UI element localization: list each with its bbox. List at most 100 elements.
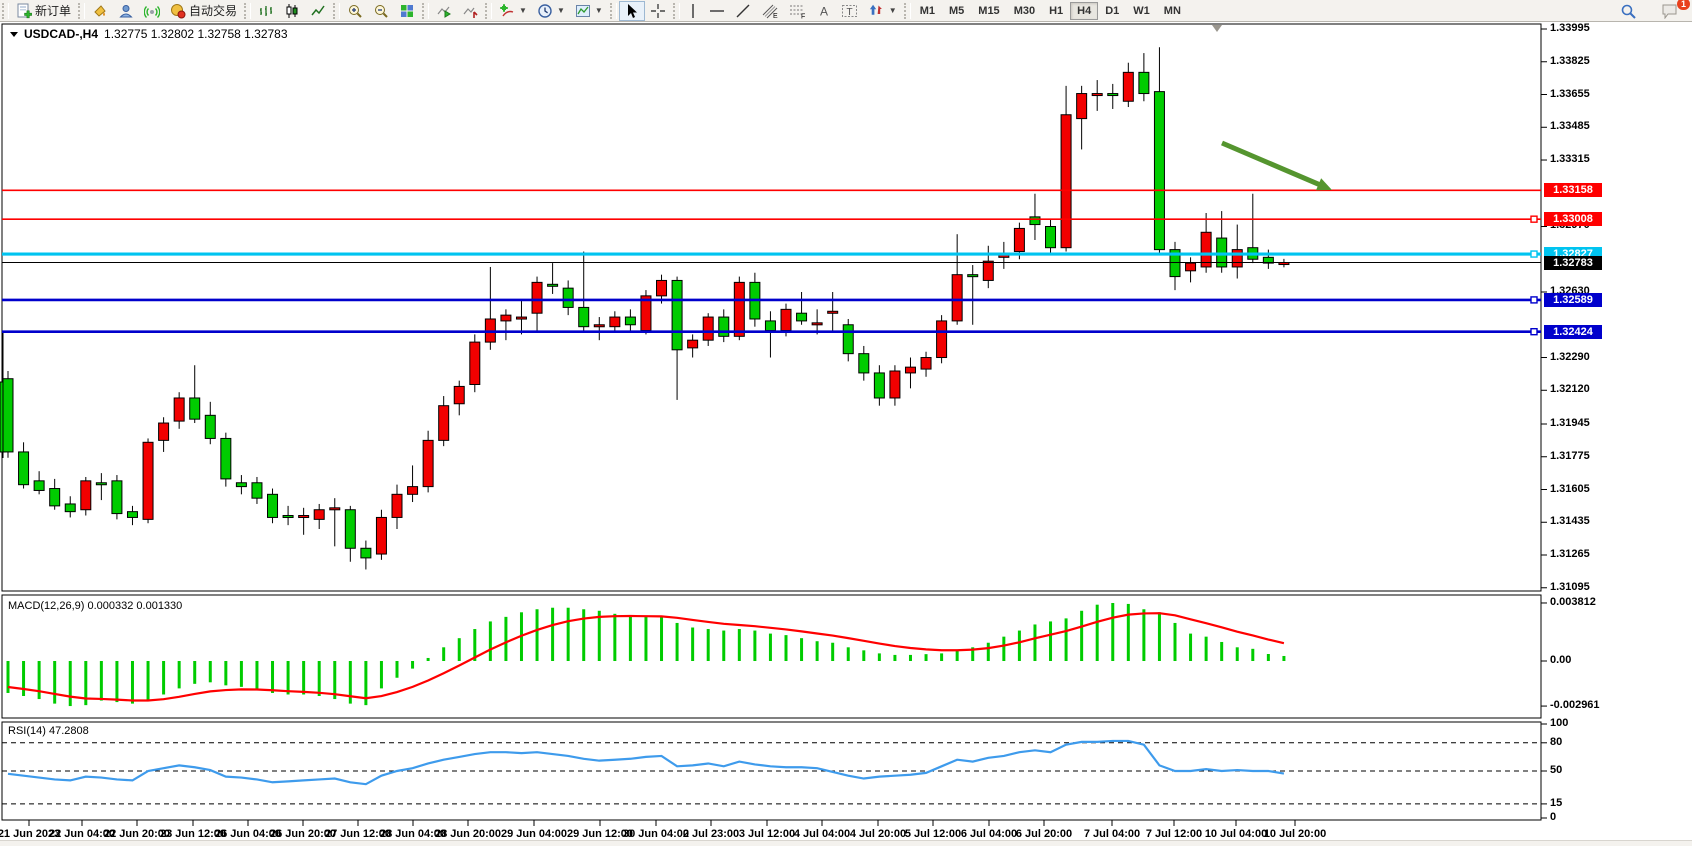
candle [1232, 250, 1242, 267]
candle [812, 323, 822, 325]
candle [50, 489, 60, 506]
candle [1201, 232, 1211, 267]
svg-text:A: A [820, 4, 828, 18]
dropdown-arrow-icon: ▼ [519, 6, 527, 15]
candle [19, 452, 29, 485]
channel-tool-button[interactable]: E [756, 1, 784, 21]
candle [423, 440, 433, 486]
price-axis-tick-label: 1.33315 [1550, 153, 1590, 165]
macd-axis-tick-label: 0.00 [1550, 654, 1571, 666]
line-handle[interactable] [1531, 329, 1537, 335]
tab-timeframe-M30[interactable]: M30 [1007, 2, 1042, 20]
periods-button[interactable]: ▼ [532, 1, 570, 21]
toolbar-grip[interactable] [904, 3, 911, 19]
toolbar-grip[interactable] [610, 3, 617, 19]
chart-shift-marker[interactable] [1212, 25, 1222, 32]
price-axis-tick-label: 1.33485 [1550, 120, 1590, 132]
notifications-button[interactable]: 1 [1656, 1, 1684, 21]
candle [1092, 94, 1102, 96]
bar-chart-mode-button[interactable] [253, 1, 279, 21]
price-line-badge: 1.32424 [1544, 325, 1602, 339]
candle [1077, 94, 1087, 119]
dropdown-arrow-icon: ▼ [557, 6, 565, 15]
clock-icon [537, 3, 553, 19]
chart-shift-button[interactable] [457, 1, 483, 21]
timeframe-group: M1M5M15M30H1H4D1W1MN [913, 2, 1188, 20]
horizontal-line-tool-button[interactable] [704, 1, 730, 21]
candle [454, 386, 464, 403]
zoom-out-button[interactable] [368, 1, 394, 21]
chart-window[interactable]: USDCAD-,H4 1.32775 1.32802 1.32758 1.327… [0, 22, 1692, 846]
trend-arrow-annotation[interactable] [1222, 143, 1323, 186]
candle [828, 311, 838, 313]
autotrade-icon [170, 3, 186, 19]
tile-windows-button[interactable] [394, 1, 420, 21]
trendline-tool-button[interactable] [730, 1, 756, 21]
profile-button[interactable] [113, 1, 139, 21]
candle [952, 275, 962, 321]
fibonacci-icon: F [789, 3, 807, 19]
candle [968, 275, 978, 277]
tile-windows-icon [399, 3, 415, 19]
indicators-icon [499, 3, 515, 19]
toolbar-grip[interactable] [485, 3, 492, 19]
tab-timeframe-H1[interactable]: H1 [1042, 2, 1070, 20]
time-axis-label: 30 Jun 04:00 [623, 828, 689, 840]
search-icon [1620, 3, 1637, 20]
line-handle[interactable] [1531, 251, 1537, 257]
line-chart-mode-button[interactable] [305, 1, 331, 21]
autotrade-button[interactable]: 自动交易 [165, 1, 242, 21]
tab-timeframe-W1[interactable]: W1 [1126, 2, 1157, 20]
macd-series [8, 603, 1284, 706]
text-label-tool-button[interactable]: T [836, 1, 864, 21]
tab-timeframe-M1[interactable]: M1 [913, 2, 942, 20]
search-button[interactable] [1615, 1, 1642, 21]
crosshair-icon [650, 3, 666, 19]
candle-chart-mode-button[interactable] [279, 1, 305, 21]
svg-text:T: T [846, 7, 852, 18]
chart-menu-icon[interactable] [10, 32, 18, 37]
new-order-icon [16, 3, 32, 19]
candlestick-chart-icon [284, 3, 300, 19]
chart-canvas[interactable] [0, 22, 1692, 846]
line-handle[interactable] [1531, 297, 1537, 303]
toolbar-grip[interactable] [673, 3, 680, 19]
crosshair-tool-button[interactable] [645, 1, 671, 21]
line-handle[interactable] [1531, 216, 1537, 222]
new-order-button[interactable]: 新订单 [11, 1, 76, 21]
candle [579, 307, 589, 326]
vertical-line-tool-button[interactable] [682, 1, 704, 21]
indicators-button[interactable]: ▼ [494, 1, 532, 21]
toolbar-grip[interactable] [2, 3, 9, 19]
horizontal-line-icon [709, 3, 725, 19]
main-toolbar: 新订单 自动交易 ▼ ▼ ▼ E F [0, 0, 1692, 22]
tab-timeframe-H4[interactable]: H4 [1070, 2, 1098, 20]
signal-button[interactable] [139, 1, 165, 21]
tab-timeframe-M15[interactable]: M15 [971, 2, 1006, 20]
toolbar-grip[interactable] [422, 3, 429, 19]
tab-timeframe-MN[interactable]: MN [1157, 2, 1188, 20]
zoom-in-button[interactable] [342, 1, 368, 21]
candle [1030, 217, 1040, 225]
toolbar-grip[interactable] [244, 3, 251, 19]
text-tool-button[interactable]: A [812, 1, 836, 21]
tab-timeframe-M5[interactable]: M5 [942, 2, 971, 20]
window-bottom-strip [0, 840, 1692, 846]
cursor-tool-button[interactable] [619, 1, 645, 21]
candle [983, 261, 993, 280]
fibonacci-tool-button[interactable]: F [784, 1, 812, 21]
price-axis-tick-label: 1.31775 [1550, 450, 1590, 462]
rsi-axis-tick-label: 50 [1550, 764, 1562, 776]
paint-bucket-button[interactable] [87, 1, 113, 21]
auto-scroll-button[interactable] [431, 1, 457, 21]
rsi-line [8, 741, 1284, 784]
templates-button[interactable]: ▼ [570, 1, 608, 21]
price-axis-tick-label: 1.31435 [1550, 515, 1590, 527]
arrows-tool-button[interactable]: ▼ [864, 1, 902, 21]
candle [765, 321, 775, 331]
toolbar-grip[interactable] [333, 3, 340, 19]
candle [516, 317, 526, 319]
toolbar-grip[interactable] [78, 3, 85, 19]
tab-timeframe-D1[interactable]: D1 [1098, 2, 1126, 20]
time-axis-label: 7 Jul 12:00 [1146, 828, 1202, 840]
